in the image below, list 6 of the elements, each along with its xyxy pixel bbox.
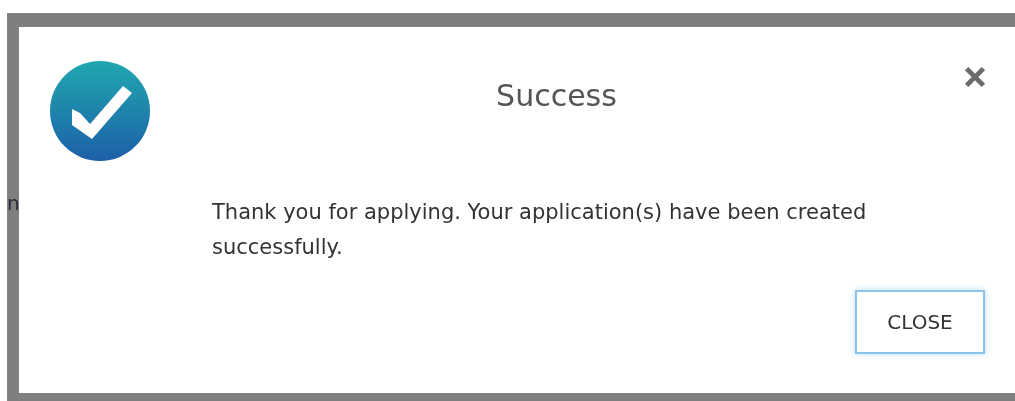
close-icon[interactable] <box>963 65 987 89</box>
dialog-title: Success <box>495 78 618 113</box>
close-button[interactable]: CLOSE <box>855 290 985 354</box>
background-text: n <box>7 193 20 213</box>
checkmark-icon <box>50 61 150 161</box>
dialog-message: Thank you for applying. Your application(s) have been created successfully. <box>212 199 868 261</box>
